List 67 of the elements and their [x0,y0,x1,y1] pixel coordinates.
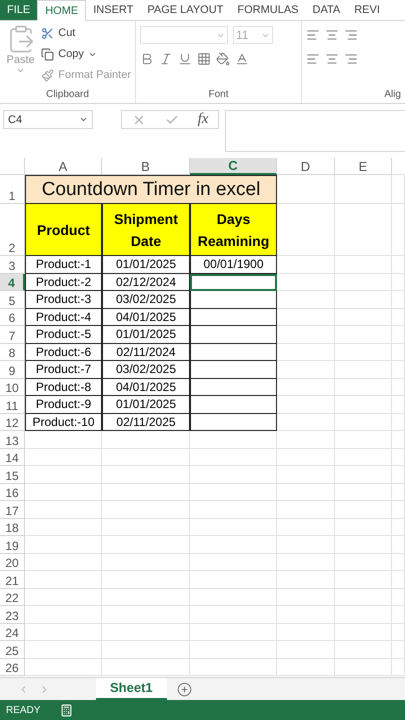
row-header[interactable]: 18 [0,518,25,536]
table-cell: 02/11/2024 [102,344,190,361]
table-cell: 02/11/2025 [102,414,190,431]
row-header[interactable]: 9 [0,361,25,378]
row-header[interactable]: 1 [0,175,25,204]
row-header[interactable]: 4 [0,274,25,291]
row-header[interactable]: 3 [0,256,25,274]
row-header[interactable]: 7 [0,326,25,344]
table-cell: Product:-3 [25,291,102,308]
header-cell: Product [25,204,102,256]
column-header[interactable]: D [277,158,335,175]
column-header[interactable]: E [335,158,392,175]
table-cell: 01/01/2025 [102,396,190,414]
row-header[interactable]: 20 [0,554,25,571]
row-header[interactable]: 5 [0,291,25,308]
table-cell: Product:-5 [25,326,102,344]
row-header[interactable]: 15 [0,466,25,484]
group-label: Alig [383,88,401,102]
row-header[interactable]: 24 [0,624,25,641]
row-header[interactable]: 10 [0,378,25,396]
name-box[interactable]: C4 [3,110,93,129]
table-cell: Product:-8 [25,378,102,396]
copy-button[interactable]: Copy [41,45,131,63]
header-cell: Shipment Date [102,204,190,256]
row-header[interactable]: 12 [0,414,25,431]
row-header[interactable]: 23 [0,606,25,624]
row-header[interactable]: 17 [0,501,25,518]
table-cell: 02/12/2024 [102,274,190,291]
table-cell: Product:-6 [25,344,102,361]
header-cell: Days Reamining [190,204,277,256]
row-header[interactable]: 14 [0,448,25,466]
table-cell: 01/01/2025 [102,256,190,274]
table-cell: Product:-10 [25,414,102,431]
row-header[interactable]: 8 [0,344,25,361]
table-cell: 04/01/2025 [102,308,190,326]
row-header[interactable]: 16 [0,484,25,501]
group-label: Clipboard [45,88,90,102]
sheet-tab[interactable]: Sheet1 [96,678,167,700]
row-header[interactable]: 26 [0,658,25,676]
table-cell: 04/01/2025 [102,378,190,396]
table-cell: 01/01/2025 [102,326,190,344]
row-header[interactable]: 13 [0,431,25,448]
ribbon-tab[interactable]: HOME [37,0,86,21]
column-header[interactable]: A [25,158,102,175]
table-cell: Product:-9 [25,396,102,414]
table-cell: Product:-1 [25,256,102,274]
row-header[interactable]: 2 [0,204,25,256]
row-header[interactable]: 21 [0,571,25,588]
column-header[interactable]: C [190,158,277,175]
status-text: READY [6,704,40,716]
cut-button[interactable]: Cut [41,24,131,42]
column-header[interactable]: B [102,158,190,175]
row-header[interactable]: 22 [0,588,25,606]
table-cell: 03/02/2025 [102,361,190,378]
table-cell: 03/02/2025 [102,291,190,308]
file-tab[interactable]: FILE [0,0,38,20]
table-cell: Product:-2 [25,274,102,291]
row-header[interactable]: 25 [0,641,25,658]
row-header[interactable]: 11 [0,396,25,414]
table-cell: 00/01/1900 [190,256,277,274]
table-cell: Product:-4 [25,308,102,326]
row-header[interactable]: 19 [0,536,25,554]
group-label: Font [207,88,230,102]
insert-function-button[interactable]: fx [198,111,208,128]
sheet-title-cell: Countdown Timer in excel [25,175,277,204]
row-header[interactable]: 6 [0,308,25,326]
table-cell: Product:-7 [25,361,102,378]
